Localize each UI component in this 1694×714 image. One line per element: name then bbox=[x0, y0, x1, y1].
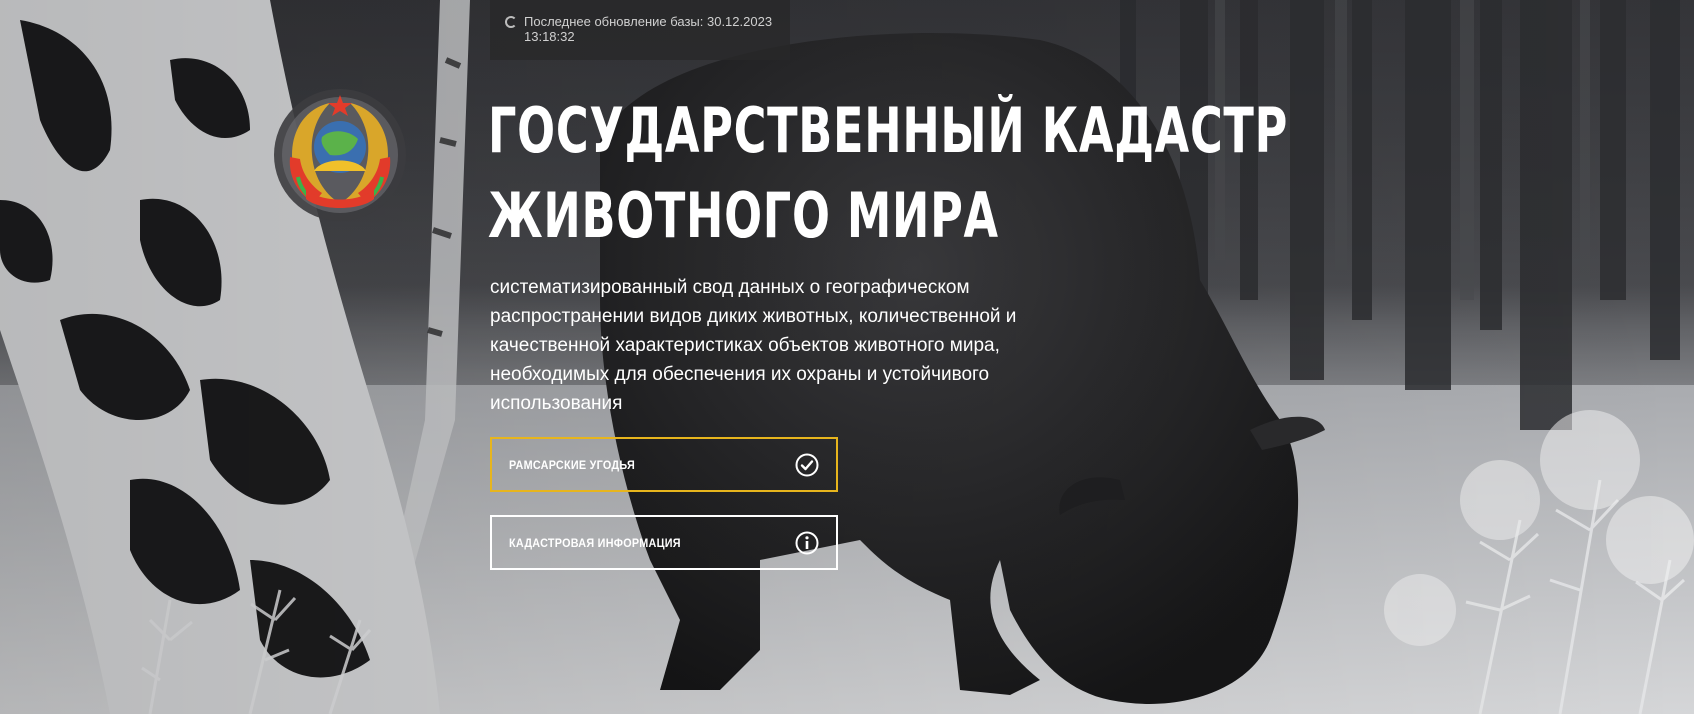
title-line-2: ЖИВОТНОГО МИРА bbox=[488, 179, 999, 252]
cadastral-info-button[interactable]: КАДАСТРОВАЯ ИНФОРМАЦИЯ bbox=[490, 515, 838, 570]
belarus-emblem-logo[interactable] bbox=[270, 85, 410, 225]
title-line-1: ГОСУДАРСТВЕННЫЙ КАДАСТР bbox=[488, 94, 1289, 167]
last-update-time: 13:18:32 bbox=[524, 29, 575, 44]
ramsar-sites-label: РАМСАРСКИЕ УГОДЬЯ bbox=[509, 457, 636, 472]
last-update-label: Последнее обновление базы: 30.12.2023 bbox=[524, 14, 773, 29]
check-circle-icon bbox=[795, 453, 819, 476]
last-update-badge: Последнее обновление базы: 30.12.2023 13… bbox=[490, 0, 790, 60]
page-title: ГОСУДАРСТВЕННЫЙ КАДАСТР ЖИВОТНОГО МИРА bbox=[488, 88, 1287, 258]
info-circle-icon bbox=[795, 531, 819, 554]
refresh-icon bbox=[505, 16, 517, 28]
cadastral-info-label: КАДАСТРОВАЯ ИНФОРМАЦИЯ bbox=[509, 535, 681, 550]
page-description: систематизированный свод данных о геогра… bbox=[490, 277, 1017, 414]
ramsar-sites-button[interactable]: РАМСАРСКИЕ УГОДЬЯ bbox=[490, 437, 838, 492]
hero-section: Последнее обновление базы: 30.12.2023 13… bbox=[0, 0, 1694, 714]
